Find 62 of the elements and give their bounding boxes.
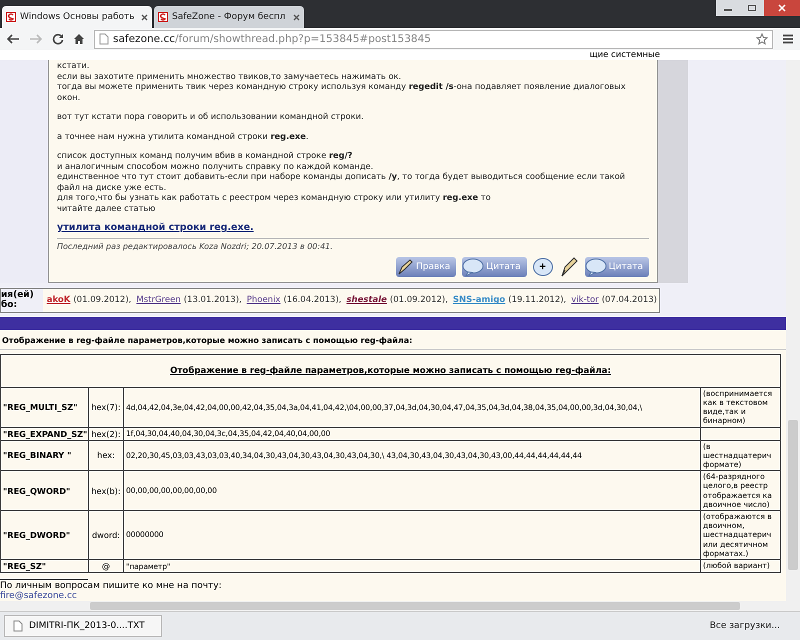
thanks-date: (16.04.2013), [283, 295, 342, 306]
download-item[interactable]: DIMITRI-ПК_2013-0....TXT [4, 615, 162, 637]
table-cell: hex(7): [88, 387, 124, 428]
menu-icon[interactable] [782, 33, 794, 45]
article-link[interactable]: утилита командной строки reg.exe. [57, 222, 254, 233]
table-caption: Отображение в reg-файле параметров,которые можно записать с помощью reg-файла: [0, 354, 781, 388]
user-link[interactable]: akoK [46, 295, 70, 306]
close-icon[interactable] [764, 0, 800, 16]
all-downloads-link[interactable]: Все загрузки... [710, 621, 780, 631]
post-paragraph: а точнее нам нужна утилита командной строки reg.exe. [57, 130, 310, 141]
pen-icon [396, 258, 414, 276]
table-cell: hex: [88, 440, 124, 471]
user-link[interactable]: Phoenix [246, 295, 280, 306]
table-cell: "REG_MULTI_SZ" [0, 387, 88, 428]
user-link[interactable]: shestale [346, 295, 387, 306]
close-icon[interactable] [293, 14, 300, 20]
thanks-date: (01.09.2012), [390, 295, 448, 306]
browser-tab[interactable]: Windows Основы работь [2, 6, 152, 28]
reload-icon[interactable] [52, 33, 64, 45]
post-paragraph: вот тут кстати пора говорить и об использовании командной строки. [57, 111, 365, 122]
back-icon[interactable] [6, 33, 20, 45]
table-cell: "REG_BINARY " [0, 440, 88, 471]
user-link[interactable]: vik-tor [571, 295, 599, 306]
pen-icon[interactable] [558, 256, 579, 278]
site-icon [158, 12, 168, 22]
table-cell: @ [88, 560, 124, 572]
thanks-label: бо: [1, 300, 18, 310]
email-link[interactable]: fire@safezone.cc [0, 591, 786, 601]
star-icon[interactable] [756, 33, 768, 45]
table-cell: "REG_QWORD" [0, 470, 88, 510]
thanks-date: (13.01.2013), [184, 295, 242, 306]
speech-bubble-icon [584, 258, 607, 276]
close-icon[interactable] [141, 14, 148, 20]
file-icon [13, 620, 23, 632]
section-heading: Отображение в reg-файле параметров,которые можно записать с помощью reg-файла: [0, 334, 786, 350]
site-icon [6, 12, 16, 22]
bookmark-item[interactable]: щие системные [590, 50, 660, 60]
vertical-scrollbar[interactable] [786, 60, 800, 601]
table-cell: dword: [88, 510, 124, 560]
speech-bubble-icon [462, 258, 484, 276]
table-cell: hex(b): [88, 470, 124, 510]
table-cell: "REG_DWORD" [0, 510, 88, 560]
footer-text: По личным вопросам пишите ко мне на почту: [0, 580, 222, 591]
table-cell: "REG_EXPAND_SZ" [0, 427, 88, 440]
post-paragraph: список доступных команд получим вбив в командной строке reg/? и аналогичным способом можно получить справку по каждой команде. единственное что тут стоит добавить-если при наборе команды дописать /y, то тогда будет выводиться сообщение если такой файл на диске уже есть. для того,что бы узнать как работать с реестром через командную строку или утилиту reg.exe то читайте далее статью [57, 150, 626, 213]
address-field[interactable]: safezone.cc/forum/showthread.php?p=153845#post153845 [94, 30, 773, 48]
user-link[interactable]: MstrGreen [136, 295, 181, 306]
thanks-date: (07.04.2013) [602, 295, 657, 306]
horizontal-scrollbar[interactable] [0, 601, 800, 611]
minimize-icon[interactable] [716, 0, 740, 16]
edit-note: Последний раз редактировалось Koza Nozdri; 20.07.2013 в 00:41. [57, 242, 334, 251]
thanks-date: (19.11.2012), [508, 295, 566, 306]
thanks-label: ия(ей) [1, 290, 35, 300]
home-icon[interactable] [73, 33, 85, 45]
table-cell: "REG_SZ" [0, 560, 88, 572]
maximize-icon[interactable] [740, 0, 764, 16]
browser-tab[interactable]: SafeZone - Форум беспл [154, 6, 304, 28]
thanks-date: (01.09.2012), [73, 295, 132, 306]
post-paragraph: кстати. если вы захотите применить множество твиков,то замучаетесь нажимать ок. тогда вы можете применить твик через командную строку используя команду regedit /s-она подавляет появление диалоговых окон. [57, 60, 627, 102]
multi-quote-button[interactable]: + [532, 258, 553, 276]
table-cell: hex(2): [88, 427, 124, 440]
page-icon [99, 33, 109, 45]
